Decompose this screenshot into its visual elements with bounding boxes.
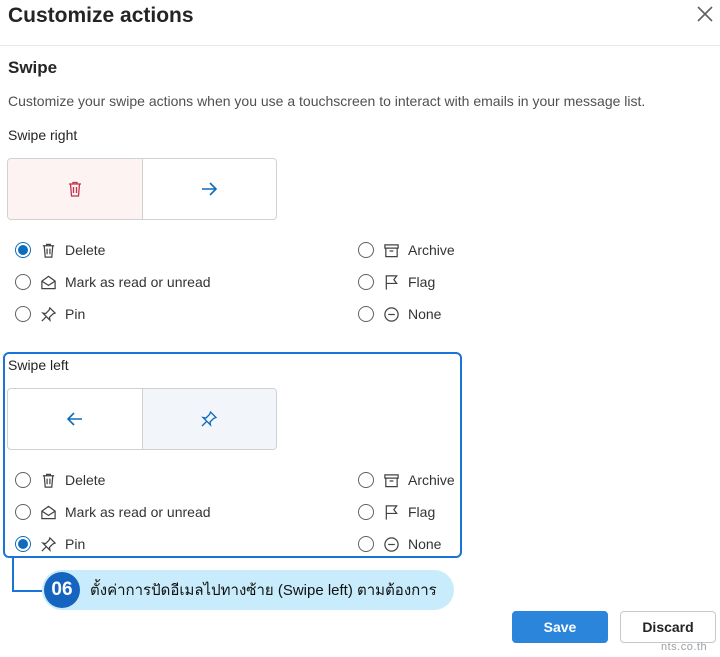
- flag-icon: [385, 504, 398, 520]
- radio[interactable]: [358, 242, 374, 258]
- watermark: nts.co.th: [661, 641, 708, 653]
- swipe-left-highlight: [3, 352, 462, 558]
- swipe-right-label: Swipe right: [8, 127, 78, 143]
- option-label: None: [408, 536, 442, 552]
- swipe-left-option-none[interactable]: None: [358, 535, 441, 553]
- radio[interactable]: [15, 472, 31, 488]
- swipe-left-option-flag[interactable]: Flag: [358, 503, 435, 521]
- section-title: Swipe: [8, 58, 58, 77]
- option-label: Mark as read or unread: [65, 504, 211, 520]
- option-label: Archive: [408, 472, 455, 488]
- envelope-open-icon: [40, 275, 56, 289]
- archive-icon: [383, 243, 399, 257]
- swipe-left-option-mark-read[interactable]: Mark as read or unread: [15, 503, 211, 521]
- option-label: Delete: [65, 472, 106, 488]
- save-button[interactable]: Save: [512, 611, 608, 643]
- option-label: Flag: [408, 274, 436, 290]
- swipe-right-direction-slot: [141, 159, 277, 219]
- option-label: Pin: [65, 536, 86, 552]
- swipe-right-preview: [7, 158, 277, 220]
- step-number-badge: 06: [44, 572, 80, 608]
- swipe-left-label: Swipe left: [8, 357, 69, 373]
- swipe-right-action-slot: [8, 159, 142, 219]
- swipe-right-option-archive[interactable]: Archive: [358, 241, 455, 259]
- arrow-left-icon: [66, 412, 82, 426]
- step-callout: 06 ตั้งค่าการปัดอีเมลไปทางซ้าย (Swipe le…: [42, 570, 454, 610]
- swipe-left-action-slot: [141, 389, 276, 449]
- option-label: Pin: [65, 306, 86, 322]
- step-callout-text: ตั้งค่าการปัดอีเมลไปทางซ้าย (Swipe left)…: [90, 582, 437, 599]
- discard-button[interactable]: Discard: [620, 611, 716, 643]
- radio[interactable]: [15, 504, 31, 520]
- radio[interactable]: [358, 472, 374, 488]
- arrow-right-icon: [202, 182, 218, 196]
- dialog-title: Customize actions: [8, 4, 194, 27]
- option-label: Flag: [408, 504, 436, 520]
- pin-icon: [40, 306, 56, 322]
- swipe-right-option-mark-read[interactable]: Mark as read or unread: [15, 273, 211, 291]
- swipe-right-option-pin[interactable]: Pin: [15, 305, 85, 323]
- archive-icon: [383, 473, 399, 487]
- radio[interactable]: [358, 306, 374, 322]
- radio[interactable]: [358, 504, 374, 520]
- radio[interactable]: [358, 536, 374, 552]
- section-description: Customize your swipe actions when you us…: [8, 93, 646, 109]
- no-entry-icon: [383, 306, 399, 322]
- option-label: Delete: [65, 242, 106, 258]
- swipe-right-option-delete[interactable]: Delete: [15, 241, 105, 259]
- radio-selected[interactable]: [15, 536, 31, 552]
- no-entry-icon: [383, 536, 399, 552]
- swipe-left-preview: [7, 388, 277, 450]
- pin-icon: [40, 536, 56, 552]
- radio[interactable]: [15, 306, 31, 322]
- callout-connector: [12, 558, 42, 592]
- close-icon: [697, 6, 713, 22]
- option-label: Archive: [408, 242, 455, 258]
- swipe-right-option-flag[interactable]: Flag: [358, 273, 435, 291]
- radio-selected[interactable]: [15, 242, 31, 258]
- swipe-left-option-archive[interactable]: Archive: [358, 471, 455, 489]
- radio[interactable]: [15, 274, 31, 290]
- delete-icon: [68, 181, 81, 197]
- swipe-left-option-delete[interactable]: Delete: [15, 471, 105, 489]
- option-label: None: [408, 306, 442, 322]
- delete-icon: [42, 473, 54, 488]
- pin-icon: [201, 410, 218, 427]
- header-divider: [0, 45, 720, 46]
- swipe-right-option-none[interactable]: None: [358, 305, 441, 323]
- swipe-left-option-pin[interactable]: Pin: [15, 535, 85, 553]
- option-label: Mark as read or unread: [65, 274, 211, 290]
- delete-icon: [42, 243, 54, 258]
- close-button[interactable]: [693, 2, 717, 26]
- radio[interactable]: [358, 274, 374, 290]
- flag-icon: [385, 274, 398, 290]
- swipe-left-direction-slot: [8, 389, 142, 449]
- envelope-open-icon: [40, 505, 56, 519]
